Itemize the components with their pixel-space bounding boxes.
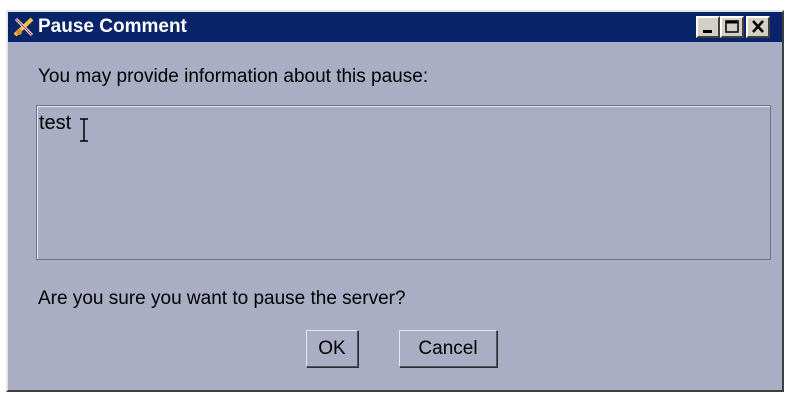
pause-info-prompt: You may provide information about this p… xyxy=(38,66,429,87)
app-icon xyxy=(13,16,35,38)
close-button[interactable] xyxy=(746,16,770,38)
maximize-button[interactable] xyxy=(720,16,744,38)
window-title: Pause Comment xyxy=(38,16,187,37)
minimize-button[interactable] xyxy=(696,16,720,38)
confirm-question: Are you sure you want to pause the serve… xyxy=(38,288,406,309)
pause-comment-dialog: Pause Comment You may provide informatio… xyxy=(6,10,784,392)
ok-button[interactable]: OK xyxy=(306,330,358,367)
text-cursor-icon xyxy=(80,118,88,142)
maximize-icon xyxy=(725,20,739,33)
title-bar[interactable]: Pause Comment xyxy=(8,12,782,42)
close-icon xyxy=(752,20,764,33)
pause-comment-textarea[interactable]: test xyxy=(36,105,771,260)
minimize-icon xyxy=(703,30,712,33)
cancel-button[interactable]: Cancel xyxy=(399,330,497,367)
